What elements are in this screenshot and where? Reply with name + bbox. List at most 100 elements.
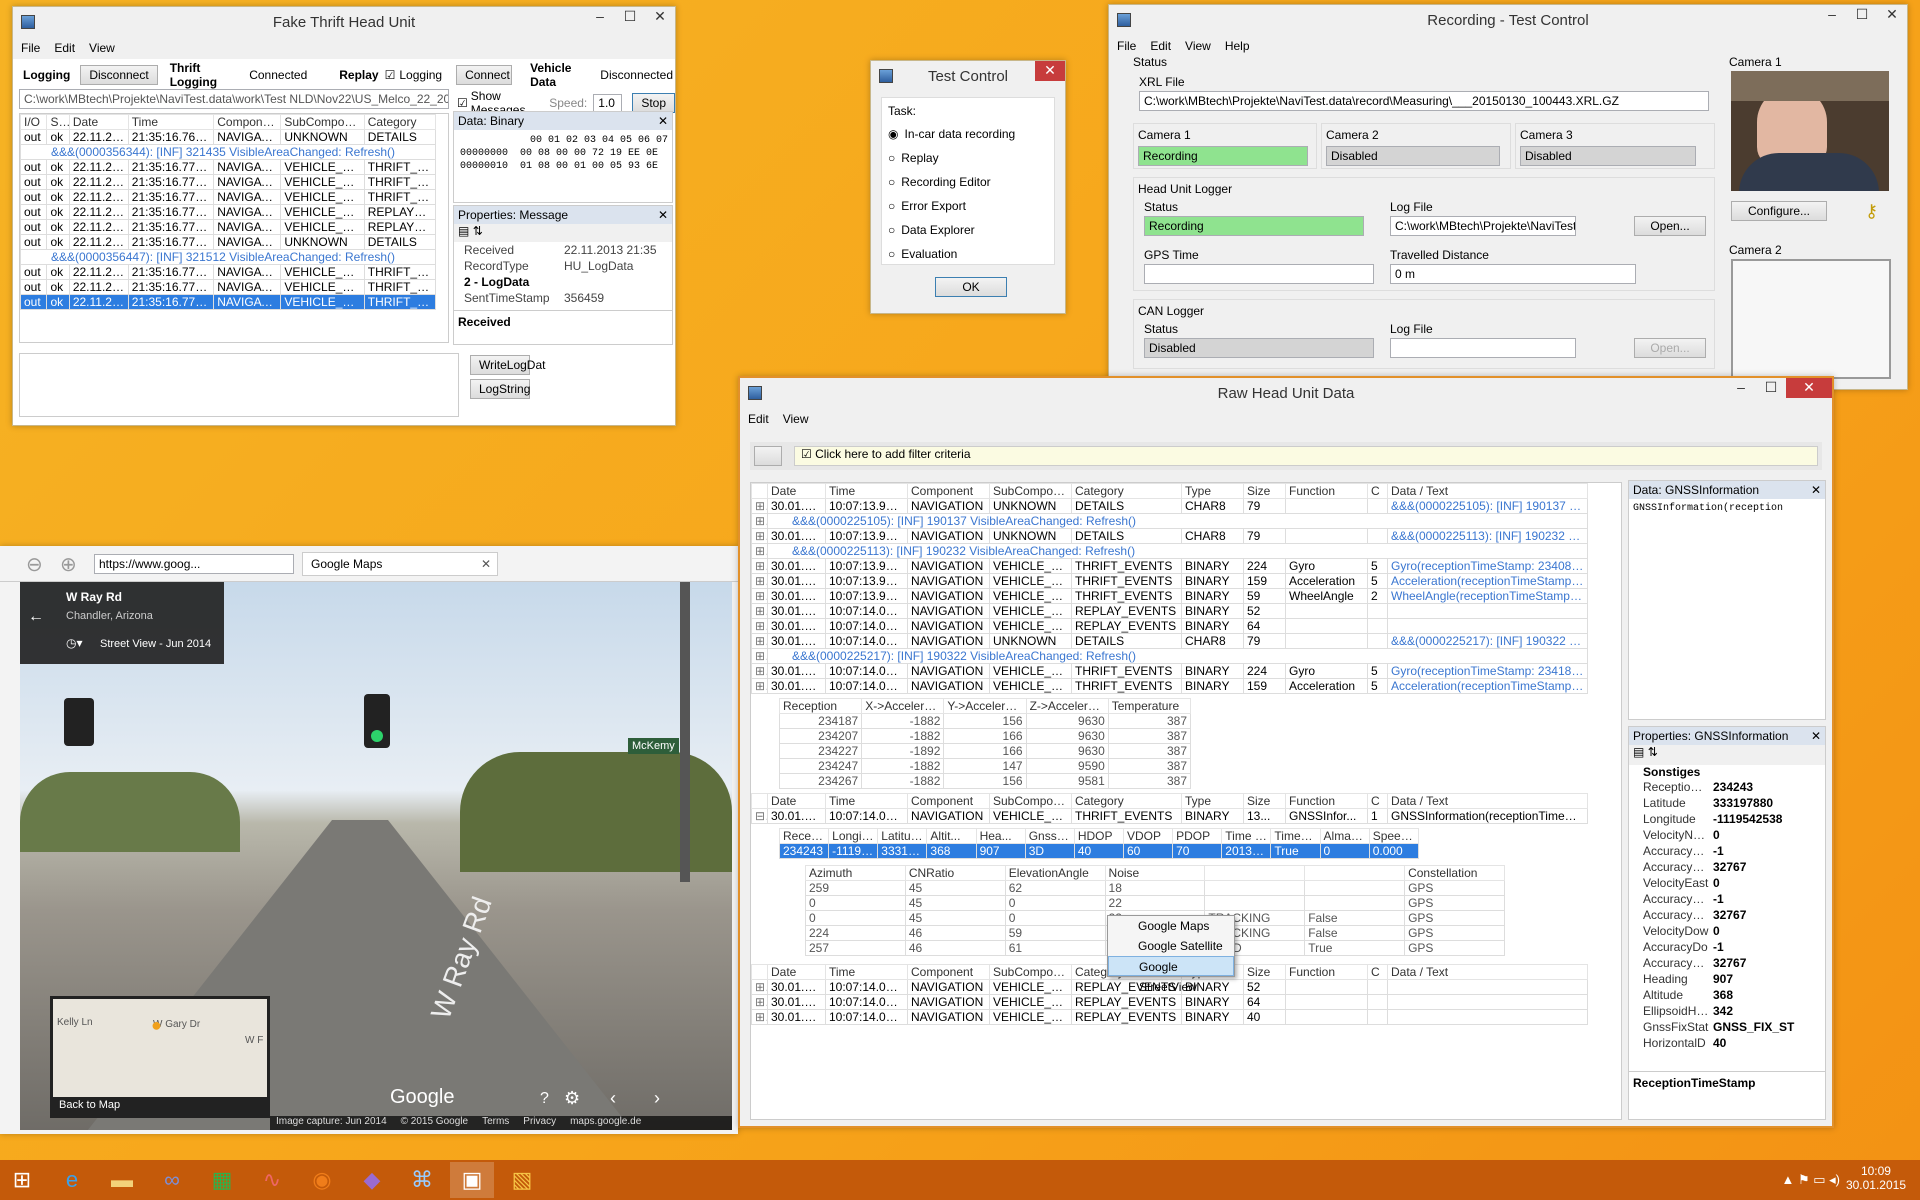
forward-icon[interactable]: ⊕ xyxy=(60,552,77,577)
can-logfile-field[interactable] xyxy=(1390,338,1576,358)
property-row[interactable]: SentTimeStamp 356459 xyxy=(462,290,662,306)
expand-icon[interactable]: ⊞ xyxy=(751,633,768,649)
test-control-taskbar-icon[interactable]: ▣ xyxy=(450,1162,494,1198)
radio-icon[interactable]: ○ xyxy=(888,199,895,213)
expand-icon[interactable]: ⊞ xyxy=(751,994,768,1010)
menu-item[interactable]: File xyxy=(1117,39,1136,53)
property-row[interactable]: AccuracyNor -1 xyxy=(1641,843,1817,859)
menu-item[interactable]: Help xyxy=(1225,39,1250,53)
table-row[interactable]: 234267 -1882 156 9581 387 xyxy=(778,773,1192,789)
property-row[interactable]: Altitude 368 xyxy=(1641,987,1817,1003)
table-row[interactable]: 234243-11195425...3331978803689073D40607… xyxy=(778,843,1420,859)
table-row[interactable]: 259 45 62 18 GPS xyxy=(805,880,1505,896)
column-header[interactable]: Hea... xyxy=(975,828,1026,844)
menu-item[interactable]: Edit xyxy=(54,41,75,55)
task-option[interactable]: ○ Data Explorer xyxy=(888,218,1048,242)
raw-data-titlebar[interactable]: Raw Head Unit Data – ☐ ✕ xyxy=(740,378,1832,408)
explorer-icon[interactable]: ▬ xyxy=(100,1162,144,1198)
column-header[interactable]: Reception xyxy=(778,828,830,844)
show-messages-checkbox[interactable]: ☑ xyxy=(457,96,468,110)
radio-icon[interactable]: ○ xyxy=(888,223,895,237)
xrl-file-field[interactable]: C:\work\MBtech\Projekte\NaviTest.data\re… xyxy=(1139,91,1709,111)
column-header[interactable]: Date xyxy=(68,114,129,130)
close-icon[interactable]: ✕ xyxy=(1877,5,1907,25)
task-option[interactable]: ◉ In-car data recording xyxy=(888,122,1048,146)
table-row[interactable]: outok22.11.201321:35:16.770407NAVIGATION… xyxy=(20,159,437,175)
context-menu-item[interactable]: Google Maps xyxy=(1108,916,1234,936)
app-infinity-icon[interactable]: ∞ xyxy=(150,1162,194,1198)
property-row[interactable]: ReceptionTim 234243 xyxy=(1641,779,1817,795)
expand-icon[interactable]: ⊞ xyxy=(751,618,768,634)
table-row[interactable]: ⊟30.01.201510:07:14.007027NAVIGATIONVEHI… xyxy=(751,808,1588,824)
property-row[interactable]: Latitude 333197880 xyxy=(1641,795,1817,811)
table-row[interactable]: outok22.11.201321:35:16.775407NAVIGATION… xyxy=(20,234,437,250)
expand-icon[interactable]: ⊞ xyxy=(751,603,768,619)
column-header[interactable]: PDOP xyxy=(1172,828,1223,844)
property-row[interactable]: AccuracyVel 32767 xyxy=(1641,859,1817,875)
property-row[interactable]: GnssFixStat GNSS_FIX_ST xyxy=(1641,1019,1817,1035)
minimize-icon[interactable]: – xyxy=(1726,378,1756,398)
column-header[interactable]: Size xyxy=(1243,964,1286,980)
browser-tab[interactable]: Google Maps ✕ xyxy=(302,552,498,576)
column-header[interactable]: VDOP xyxy=(1122,828,1174,844)
categorized-icon[interactable]: ▤ xyxy=(458,224,469,238)
context-menu-item[interactable]: Google Satellite xyxy=(1108,936,1234,956)
expand-icon[interactable]: ⊞ xyxy=(751,498,768,514)
prev-icon[interactable]: ‹ xyxy=(610,1088,616,1109)
open-button[interactable]: Open... xyxy=(1634,216,1706,236)
column-header[interactable]: Component xyxy=(907,964,990,980)
table-row[interactable]: outok22.11.201321:35:16.778908NAVIGATION… xyxy=(20,294,437,310)
table-row[interactable]: outok22.11.201321:35:16.769406NAVIGATION… xyxy=(20,129,437,145)
task-option[interactable]: ○ Evaluation xyxy=(888,242,1048,266)
column-header[interactable]: HDOP xyxy=(1073,828,1124,844)
table-row[interactable]: outok22.11.201321:35:16.773407NAVIGATION… xyxy=(20,204,437,220)
menu-item[interactable]: View xyxy=(89,41,115,55)
menu-item[interactable]: Edit xyxy=(1150,39,1171,53)
table-row[interactable]: ⊞ &&&(0000225113): [INF] 190232 VisibleAr… xyxy=(751,543,1588,559)
column-header[interactable]: Function xyxy=(1285,964,1368,980)
column-header[interactable]: Data / Text xyxy=(1387,483,1588,499)
column-header[interactable]: Component xyxy=(907,483,990,499)
property-row[interactable]: Received 22.11.2013 21:35 xyxy=(462,242,662,258)
column-header[interactable]: Category xyxy=(1071,793,1182,809)
column-header[interactable]: Latitude xyxy=(877,828,928,844)
close-tab-icon[interactable]: ✕ xyxy=(481,557,491,571)
column-header[interactable]: Time xyxy=(825,964,908,980)
close-icon[interactable]: ✕ xyxy=(1035,61,1065,81)
close-icon[interactable]: ✕ xyxy=(658,206,668,224)
table-row[interactable]: 0 45 0 22 GPS xyxy=(805,895,1505,911)
ok-button[interactable]: OK xyxy=(935,277,1007,297)
property-row[interactable]: VelocityDow 0 xyxy=(1641,923,1817,939)
network-app-icon[interactable]: ⌘ xyxy=(400,1162,444,1198)
menu-item[interactable]: File xyxy=(21,41,40,55)
start-icon[interactable]: ⊞ xyxy=(0,1162,44,1198)
property-row[interactable]: Heading 907 xyxy=(1641,971,1817,987)
column-header[interactable]: Altit... xyxy=(926,828,977,844)
expand-icon[interactable]: ⊞ xyxy=(751,513,768,529)
table-row[interactable]: 234207 -1882 166 9630 387 xyxy=(778,728,1192,744)
column-header[interactable]: Temperature xyxy=(1107,698,1192,714)
back-icon[interactable]: ⊖ xyxy=(26,552,43,577)
radio-selected-icon[interactable]: ◉ xyxy=(888,127,898,141)
help-icon[interactable]: ? xyxy=(540,1090,549,1108)
column-header[interactable]: Function xyxy=(1285,483,1368,499)
app-tiles-icon[interactable]: ▧ xyxy=(500,1162,544,1198)
column-header[interactable]: Time xyxy=(825,483,908,499)
firefox-icon[interactable]: ◉ xyxy=(300,1162,344,1198)
column-header[interactable]: Date xyxy=(767,964,826,980)
column-header[interactable]: C xyxy=(1367,964,1388,980)
privacy-link[interactable]: Privacy xyxy=(523,1116,556,1130)
table-row[interactable]: outok22.11.201321:35:16.776407NAVIGATION… xyxy=(20,264,437,280)
table-row[interactable]: ⊞30.01.201510:07:13.999972NAVIGATIONVEHI… xyxy=(751,573,1588,589)
expand-icon[interactable]: ⊞ xyxy=(751,979,768,995)
log-text-area[interactable] xyxy=(19,353,459,417)
column-header[interactable]: Constellation xyxy=(1404,865,1505,881)
column-header[interactable]: Category xyxy=(363,114,437,130)
menu-item[interactable]: Edit xyxy=(748,412,769,426)
table-row[interactable]: ⊞30.01.201510:07:14.004027NAVIGATIONUNKN… xyxy=(751,633,1588,649)
column-header[interactable]: C xyxy=(1367,793,1388,809)
expand-icon[interactable]: ⊞ xyxy=(751,543,768,559)
column-header[interactable]: Time xyxy=(127,114,215,130)
column-header[interactable]: I/O xyxy=(20,114,48,130)
expand-icon[interactable]: ⊞ xyxy=(751,588,768,604)
